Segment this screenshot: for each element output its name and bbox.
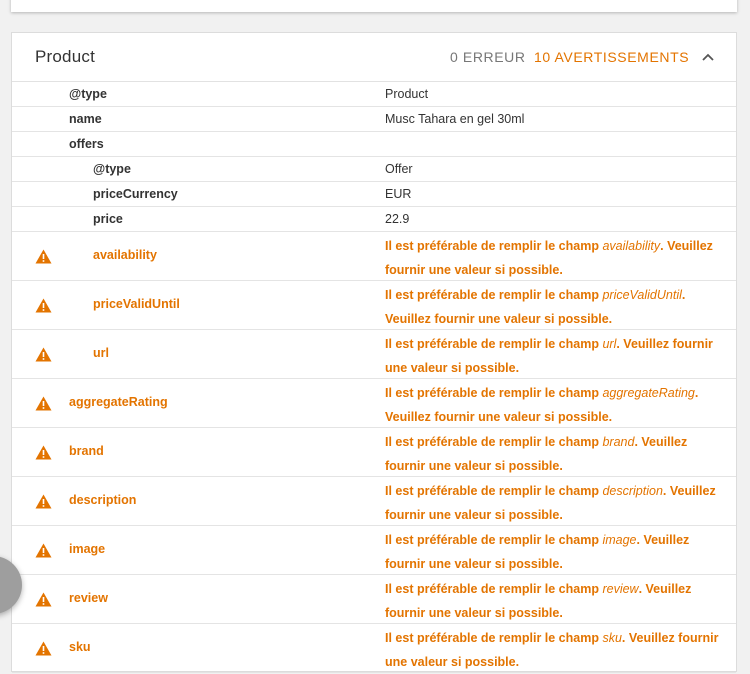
warning-message: Il est préférable de remplir le champ sk… <box>385 631 719 669</box>
property-key: aggregateRating <box>69 395 168 409</box>
warning-row-review: review Il est préférable de remplir le c… <box>12 575 736 624</box>
product-card: Product 0 ERREUR 10 AVERTISSEMENTS @type… <box>11 32 737 673</box>
property-key: priceCurrency <box>93 187 178 201</box>
property-key: availability <box>93 248 157 262</box>
table-row: offers <box>12 132 736 157</box>
card-header[interactable]: Product 0 ERREUR 10 AVERTISSEMENTS <box>12 33 736 82</box>
property-key: brand <box>69 444 104 458</box>
warning-icon <box>35 494 52 509</box>
warning-icon <box>35 347 52 362</box>
property-key: offers <box>69 137 104 151</box>
warning-row-description: description Il est préférable de remplir… <box>12 477 736 526</box>
card-title: Product <box>35 47 95 66</box>
property-key: price <box>93 212 123 226</box>
property-key: image <box>69 542 106 556</box>
property-key: @type <box>69 87 107 101</box>
previous-card <box>11 0 737 12</box>
warning-count: 10 AVERTISSEMENTS <box>534 49 690 65</box>
warning-message: Il est préférable de remplir le champ br… <box>385 435 688 473</box>
property-key: name <box>69 112 102 126</box>
warning-icon <box>35 396 52 411</box>
error-count: 0 ERREUR <box>450 49 526 65</box>
property-value: Product <box>385 87 429 101</box>
warning-row-brand: brand Il est préférable de remplir le ch… <box>12 428 736 477</box>
table-row: @type Offer <box>12 157 736 182</box>
property-key: review <box>69 591 108 605</box>
table-row: @type Product <box>12 82 736 107</box>
property-key: sku <box>69 640 91 654</box>
warning-message: Il est préférable de remplir le champ ur… <box>385 337 713 375</box>
table-row: priceCurrency EUR <box>12 182 736 207</box>
property-value: Offer <box>385 162 413 176</box>
property-key: description <box>69 493 137 507</box>
warning-row-aggregaterating: aggregateRating Il est préférable de rem… <box>12 379 736 428</box>
warning-row-image: image Il est préférable de remplir le ch… <box>12 526 736 575</box>
property-value: 22.9 <box>385 212 410 226</box>
warning-message: Il est préférable de remplir le champ re… <box>385 582 692 620</box>
chevron-up-icon[interactable] <box>698 47 718 67</box>
warning-message: Il est préférable de remplir le champ pr… <box>385 288 686 326</box>
warning-message: Il est préférable de remplir le champ im… <box>385 533 690 571</box>
property-table: @type Product name Musc Tahara en gel 30… <box>12 82 736 673</box>
warning-message: Il est préférable de remplir le champ av… <box>385 239 713 277</box>
warning-icon <box>35 445 52 460</box>
warning-row-url: url Il est préférable de remplir le cham… <box>12 330 736 379</box>
warning-icon <box>35 592 52 607</box>
warning-row-pricevaliduntil: priceValidUntil Il est préférable de rem… <box>12 281 736 330</box>
table-row: price 22.9 <box>12 207 736 232</box>
property-value: Musc Tahara en gel 30ml <box>385 112 525 126</box>
warning-message: Il est préférable de remplir le champ ag… <box>385 386 699 424</box>
property-key: priceValidUntil <box>93 297 180 311</box>
property-key: @type <box>93 162 131 176</box>
warning-icon <box>35 543 52 558</box>
warning-row-availability: availability Il est préférable de rempli… <box>12 232 736 281</box>
table-row: name Musc Tahara en gel 30ml <box>12 107 736 132</box>
property-key: url <box>93 346 109 360</box>
warning-icon <box>35 249 52 264</box>
property-value: EUR <box>385 187 412 201</box>
warning-message: Il est préférable de remplir le champ de… <box>385 484 716 522</box>
warning-icon <box>35 298 52 313</box>
